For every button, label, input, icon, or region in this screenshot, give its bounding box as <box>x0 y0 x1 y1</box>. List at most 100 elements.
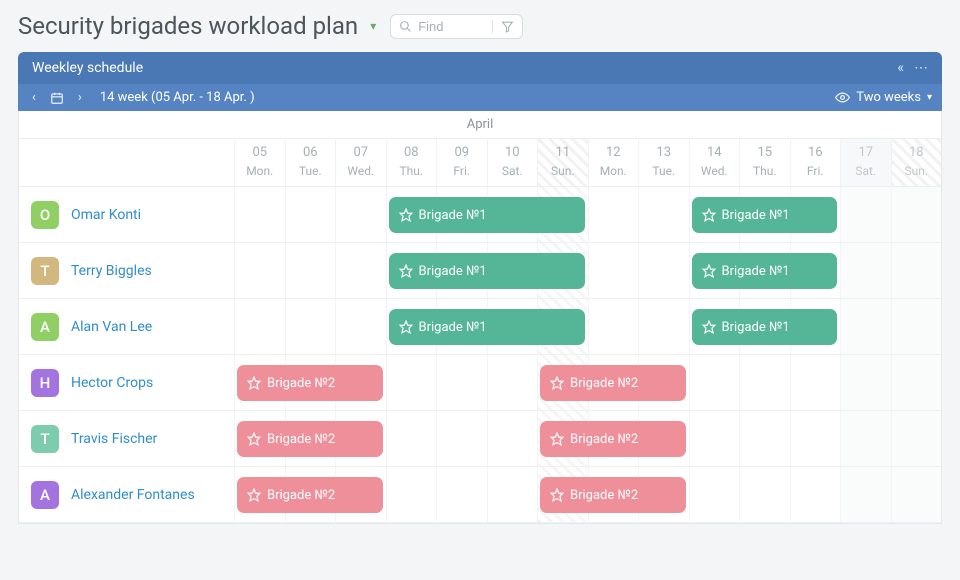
day-cell[interactable] <box>285 299 336 354</box>
brigade-bar[interactable]: Brigade №2 <box>237 421 383 457</box>
brigade-bar[interactable]: Brigade №2 <box>540 365 686 401</box>
day-header: 05Mon. <box>234 139 285 186</box>
day-cell[interactable] <box>487 411 538 466</box>
brigade-bar-label: Brigade №2 <box>267 488 335 503</box>
person-name-link[interactable]: Terry Biggles <box>71 263 152 279</box>
day-cell[interactable] <box>436 467 487 522</box>
day-cell[interactable] <box>840 299 891 354</box>
title-dropdown-caret[interactable]: ▾ <box>370 19 376 33</box>
brigade-bar[interactable]: Brigade №1 <box>692 197 838 233</box>
next-week-button[interactable]: › <box>74 90 86 105</box>
day-cell[interactable] <box>335 187 386 242</box>
person-name-link[interactable]: Omar Konti <box>71 207 141 223</box>
brigade-bar[interactable]: Brigade №1 <box>389 197 585 233</box>
day-cell[interactable] <box>335 299 386 354</box>
days-header-row: 05Mon.06Tue.07Wed.08Thu.09Fri.10Sat.11Su… <box>19 139 941 187</box>
star-icon <box>399 320 413 334</box>
day-cell[interactable] <box>689 355 740 410</box>
day-of-week: Tue. <box>286 164 336 178</box>
day-cell[interactable] <box>234 299 285 354</box>
day-cell[interactable] <box>689 411 740 466</box>
schedule-row: A Alexander Fontanes Brigade №2 Brigade №2 <box>19 467 941 523</box>
star-icon <box>399 208 413 222</box>
eye-icon <box>835 90 850 105</box>
avatar: A <box>31 481 59 509</box>
person-name-link[interactable]: Travis Fischer <box>71 431 157 447</box>
day-cell[interactable] <box>840 243 891 298</box>
brigade-bar[interactable]: Brigade №2 <box>540 421 686 457</box>
star-icon <box>399 264 413 278</box>
brigade-bar-label: Brigade №2 <box>267 376 335 391</box>
brigade-bar-label: Brigade №2 <box>570 488 638 503</box>
day-cell[interactable] <box>739 355 790 410</box>
brigade-bar[interactable]: Brigade №1 <box>389 309 585 345</box>
collapse-icon[interactable]: « <box>897 60 904 76</box>
day-cell[interactable] <box>487 467 538 522</box>
day-cell[interactable] <box>285 187 336 242</box>
day-cell[interactable] <box>891 411 942 466</box>
prev-week-button[interactable]: ‹ <box>28 90 40 105</box>
brigade-bar[interactable]: Brigade №2 <box>540 477 686 513</box>
calendar-icon[interactable] <box>48 91 66 105</box>
schedule-row: TTravis FischerBrigade №2Brigade №2 <box>19 411 941 467</box>
brigade-bar-label: Brigade №1 <box>419 320 487 335</box>
day-cell[interactable] <box>891 243 942 298</box>
day-header: 16Fri. <box>790 139 841 186</box>
week-label: 14 week (05 Apr. - 18 Apr. ) <box>100 90 255 105</box>
day-cell[interactable] <box>386 355 437 410</box>
brigade-bar[interactable]: Brigade №2 <box>237 477 383 513</box>
day-cell[interactable] <box>891 299 942 354</box>
day-cell[interactable] <box>285 243 336 298</box>
week-nav-bar: ‹ › 14 week (05 Apr. - 18 Apr. ) Two wee… <box>18 84 942 111</box>
day-cell[interactable] <box>840 355 891 410</box>
day-cell[interactable] <box>638 299 689 354</box>
day-cell[interactable] <box>840 411 891 466</box>
person-name-link[interactable]: Alexander Fontanes <box>71 487 195 503</box>
day-cell[interactable] <box>790 411 841 466</box>
person-name-link[interactable]: Alan Van Lee <box>71 319 152 335</box>
brigade-bar[interactable]: Brigade №1 <box>692 253 838 289</box>
day-cell[interactable] <box>588 187 639 242</box>
avatar: H <box>31 369 59 397</box>
day-cell[interactable] <box>386 411 437 466</box>
view-mode-dropdown[interactable]: Two weeks ▾ <box>835 90 932 105</box>
day-of-week: Wed. <box>690 164 740 178</box>
person-cell: TTravis Fischer <box>19 411 234 466</box>
day-cell[interactable] <box>739 467 790 522</box>
day-cell[interactable] <box>840 467 891 522</box>
brigade-bar[interactable]: Brigade №1 <box>692 309 838 345</box>
star-icon <box>702 264 716 278</box>
day-cell[interactable] <box>487 355 538 410</box>
day-of-week: Sat. <box>488 164 538 178</box>
day-cell[interactable] <box>790 355 841 410</box>
day-cell[interactable] <box>638 243 689 298</box>
more-menu-icon[interactable]: ⋯ <box>914 60 928 76</box>
day-cell[interactable] <box>436 355 487 410</box>
day-cell[interactable] <box>891 467 942 522</box>
day-cell[interactable] <box>739 411 790 466</box>
day-cell[interactable] <box>588 299 639 354</box>
search-box[interactable] <box>390 14 523 39</box>
day-cell[interactable] <box>689 467 740 522</box>
day-cell[interactable] <box>335 243 386 298</box>
day-cell[interactable] <box>386 467 437 522</box>
day-cell[interactable] <box>638 187 689 242</box>
day-cell[interactable] <box>588 243 639 298</box>
person-name-link[interactable]: Hector Crops <box>71 375 153 391</box>
day-cell[interactable] <box>790 467 841 522</box>
brigade-bar-label: Brigade №1 <box>722 208 790 223</box>
filter-icon[interactable] <box>492 20 514 33</box>
brigade-bar[interactable]: Brigade №2 <box>237 365 383 401</box>
day-of-week: Sat. <box>841 164 891 178</box>
day-cell[interactable] <box>891 355 942 410</box>
day-cell[interactable] <box>436 411 487 466</box>
day-cell[interactable] <box>234 243 285 298</box>
schedule-grid: April 05Mon.06Tue.07Wed.08Thu.09Fri.10Sa… <box>18 111 942 524</box>
day-cell[interactable] <box>840 187 891 242</box>
brigade-bar[interactable]: Brigade №1 <box>389 253 585 289</box>
search-input[interactable] <box>418 19 478 34</box>
day-header: 07Wed. <box>335 139 386 186</box>
day-header: 15Thu. <box>739 139 790 186</box>
day-cell[interactable] <box>891 187 942 242</box>
day-cell[interactable] <box>234 187 285 242</box>
